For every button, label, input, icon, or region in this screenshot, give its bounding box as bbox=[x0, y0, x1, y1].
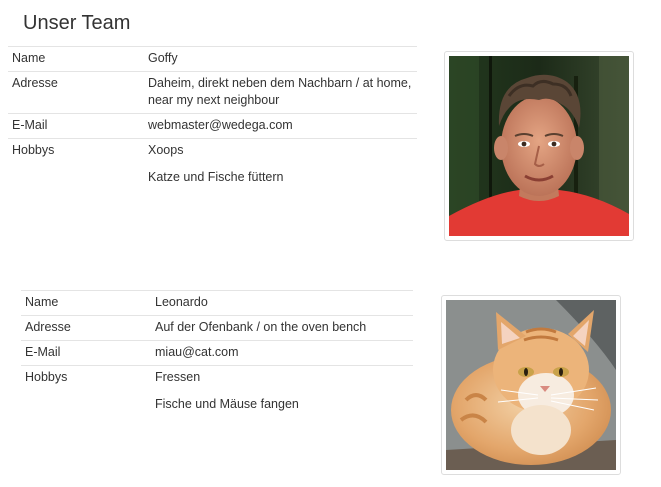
field-label: E-Mail bbox=[8, 113, 144, 139]
table-row: Adresse Daheim, direkt neben dem Nachbar… bbox=[8, 71, 417, 114]
member-photo-leonardo bbox=[441, 295, 621, 475]
table-row: Katze und Fische füttern bbox=[8, 163, 417, 190]
table-row: E-Mail miau@cat.com bbox=[21, 340, 413, 366]
field-value: Goffy bbox=[144, 46, 417, 72]
table-row: Adresse Auf der Ofenbank / on the oven b… bbox=[21, 315, 413, 341]
hobby-extra: Katze und Fische füttern bbox=[148, 170, 284, 184]
member-table-leonardo: Name Leonardo Adresse Auf der Ofenbank /… bbox=[21, 290, 413, 417]
field-value: Xoops bbox=[144, 138, 417, 163]
table-row: Name Goffy bbox=[8, 46, 417, 72]
field-label: Name bbox=[8, 46, 144, 72]
field-label: Name bbox=[21, 290, 151, 316]
field-value: Auf der Ofenbank / on the oven bench bbox=[151, 315, 413, 341]
field-label: Adresse bbox=[8, 71, 144, 114]
table-row: E-Mail webmaster@wedega.com bbox=[8, 113, 417, 139]
empty-cell bbox=[8, 163, 144, 190]
page-title: Unser Team bbox=[23, 12, 131, 34]
field-label: Hobbys bbox=[8, 138, 144, 163]
table-row: Hobbys Xoops bbox=[8, 138, 417, 163]
hobby-extra: Fische und Mäuse fangen bbox=[155, 397, 299, 411]
orange-cat-image bbox=[446, 300, 616, 470]
field-value: Leonardo bbox=[151, 290, 413, 316]
table-row: Hobbys Fressen bbox=[21, 365, 413, 390]
table-row: Fische und Mäuse fangen bbox=[21, 390, 413, 417]
field-label: E-Mail bbox=[21, 340, 151, 366]
table-row: Name Leonardo bbox=[21, 290, 413, 316]
field-value: Fressen bbox=[151, 365, 413, 390]
member-table-goffy: Name Goffy Adresse Daheim, direkt neben … bbox=[8, 46, 417, 190]
field-value: Daheim, direkt neben dem Nachbarn / at h… bbox=[144, 71, 417, 114]
email-value: webmaster@wedega.com bbox=[144, 113, 417, 139]
field-label: Hobbys bbox=[21, 365, 151, 390]
field-label: Adresse bbox=[21, 315, 151, 341]
email-value: miau@cat.com bbox=[151, 340, 413, 366]
empty-cell bbox=[21, 390, 151, 417]
man-portrait-image bbox=[449, 56, 629, 236]
member-photo-goffy bbox=[444, 51, 634, 241]
